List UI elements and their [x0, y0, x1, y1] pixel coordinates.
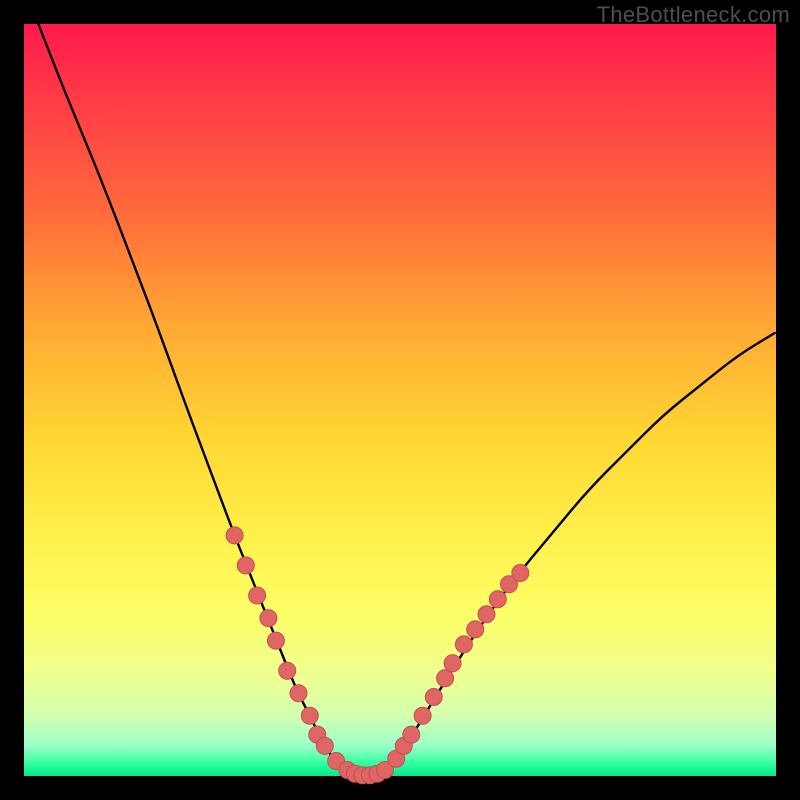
curve-marker: [316, 737, 333, 754]
chart-area: [24, 24, 776, 776]
curve-markers: [226, 527, 529, 784]
curve-marker: [301, 707, 318, 724]
curve-marker: [425, 689, 442, 706]
chart-svg: [24, 24, 776, 776]
curve-marker: [512, 565, 529, 582]
curve-marker: [249, 587, 266, 604]
curve-marker: [489, 591, 506, 608]
bottleneck-curve: [24, 0, 776, 776]
curve-marker: [290, 685, 307, 702]
curve-marker: [226, 527, 243, 544]
curve-marker: [267, 632, 284, 649]
curve-marker: [437, 670, 454, 687]
outer-frame: TheBottleneck.com: [0, 0, 800, 800]
curve-marker: [279, 662, 296, 679]
curve-marker: [260, 610, 277, 627]
curve-marker: [444, 655, 461, 672]
curve-marker: [403, 726, 420, 743]
curve-marker: [478, 606, 495, 623]
curve-marker: [467, 621, 484, 638]
curve-marker: [237, 557, 254, 574]
curve-marker: [455, 636, 472, 653]
curve-marker: [414, 707, 431, 724]
